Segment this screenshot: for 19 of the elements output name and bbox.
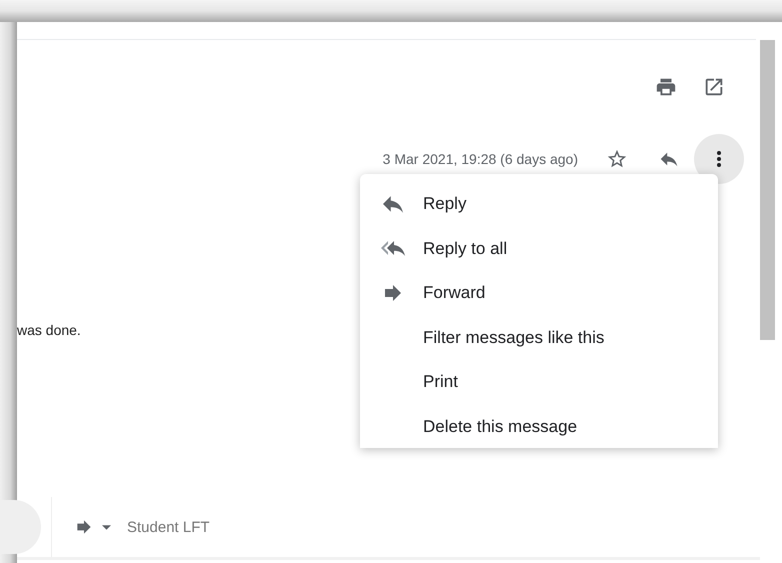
print-icon[interactable]	[655, 76, 677, 98]
scrollbar-thumb[interactable]	[760, 40, 775, 340]
message-text: was done.	[17, 322, 81, 338]
avatar-icon	[0, 500, 41, 554]
recipient-name: Student LFT	[127, 518, 210, 536]
reply-all-icon	[380, 241, 404, 256]
menu-item[interactable]: Reply to all	[360, 226, 718, 271]
more-icon	[717, 151, 721, 167]
caret-icon[interactable]	[102, 524, 111, 530]
open-in-new-icon[interactable]	[703, 76, 725, 98]
menu-item[interactable]: Print	[360, 360, 718, 404]
menu-item[interactable]: Delete this message	[360, 404, 718, 448]
menu-item[interactable]: Forward	[360, 271, 718, 316]
forward-icon	[384, 285, 400, 302]
menu-item[interactable]: Reply	[360, 182, 718, 226]
message-date: 3 Mar 2021, 19:28 (6 days ago)	[382, 151, 578, 167]
star-icon[interactable]	[606, 148, 628, 170]
menu-item[interactable]: Filter messages like this	[360, 316, 718, 360]
reply-icon	[382, 196, 402, 213]
